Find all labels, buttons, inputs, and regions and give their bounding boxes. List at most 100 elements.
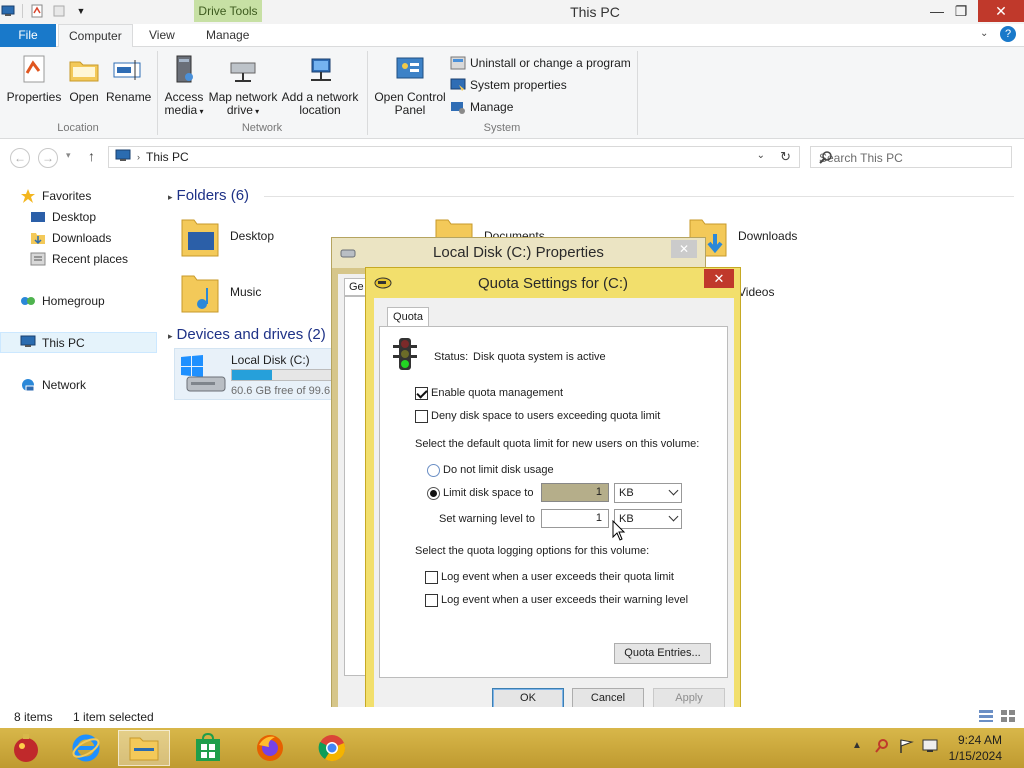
folder-open-icon (67, 53, 101, 87)
nav-homegroup[interactable]: Homegroup (20, 293, 105, 309)
quota-entries-button[interactable]: Quota Entries... (614, 643, 711, 664)
open-button[interactable]: Open (64, 53, 104, 104)
tab-computer[interactable]: Computer (58, 24, 133, 47)
drive-local-disk-c[interactable]: Local Disk (C:) 60.6 GB free of 99.6 GB (174, 348, 335, 400)
location-group-label: Location (57, 122, 99, 134)
firefox-icon[interactable] (244, 730, 296, 766)
limit-unit-select[interactable]: KB (614, 483, 682, 503)
internet-explorer-icon[interactable] (60, 730, 112, 766)
folder-music[interactable]: Music (180, 268, 261, 316)
back-button[interactable]: ← (10, 148, 30, 168)
system-properties-button[interactable]: System properties (450, 77, 567, 93)
cancel-button[interactable]: Cancel (572, 688, 644, 709)
search-tray-icon[interactable] (874, 738, 890, 757)
nav-desktop[interactable]: Desktop (30, 209, 96, 225)
properties-close-button[interactable]: ✕ (671, 240, 697, 258)
folder-music-icon (180, 268, 220, 316)
manage-label: Manage (470, 100, 514, 114)
tab-quota[interactable]: Quota (387, 307, 429, 327)
log-warning-level-label[interactable]: Log event when a user exceeds their warn… (441, 594, 688, 606)
properties-title-bar[interactable]: Local Disk (C:) Properties ✕ (332, 238, 705, 268)
recent-locations-dropdown[interactable]: ▾ (66, 150, 71, 161)
address-dropdown-icon[interactable]: ⌄ (757, 150, 765, 161)
log-quota-limit-checkbox[interactable] (425, 571, 438, 584)
system-group-label: System (483, 122, 521, 134)
start-ornament-icon[interactable] (0, 730, 52, 766)
search-box[interactable]: Search This PC (810, 146, 1012, 168)
collapse-chevron-icon: ▸ (168, 192, 173, 202)
warning-value-field[interactable]: 1 (541, 509, 609, 528)
folder-downloads-label: Downloads (738, 229, 798, 243)
enable-quota-checkbox[interactable] (415, 387, 428, 400)
apply-button[interactable]: Apply (653, 688, 725, 709)
properties-icon (17, 53, 51, 87)
uninstall-program-button[interactable]: Uninstall or change a program (450, 55, 631, 71)
nav-recent-places[interactable]: Recent places (30, 251, 128, 267)
chevron-down-icon (668, 485, 679, 496)
log-quota-limit-label[interactable]: Log event when a user exceeds their quot… (441, 571, 674, 583)
limit-disk-space-radio[interactable] (427, 487, 440, 500)
nav-downloads[interactable]: Downloads (30, 230, 111, 246)
devices-section-label: Devices and drives (2) (176, 326, 326, 343)
no-limit-radio[interactable] (427, 464, 440, 477)
recent-places-icon (30, 251, 46, 267)
file-explorer-icon[interactable] (118, 730, 170, 766)
nav-downloads-label: Downloads (52, 231, 112, 245)
open-control-panel-button[interactable]: Open Control Panel (372, 53, 448, 117)
nav-this-pc[interactable]: This PC (20, 335, 85, 351)
address-bar[interactable]: › This PC ⌄ ↻ (108, 146, 800, 168)
section-divider (264, 196, 1014, 197)
traffic-light-icon (392, 337, 418, 374)
limit-value-field[interactable]: 1 (541, 483, 609, 502)
nav-favorites[interactable]: Favorites (20, 188, 91, 204)
rename-icon (111, 53, 145, 87)
status-label: Status: (434, 351, 469, 363)
quota-title: Quota Settings for (C:) (477, 275, 629, 292)
manage-button[interactable]: Manage (450, 99, 513, 115)
quota-close-button[interactable]: ✕ (704, 269, 734, 288)
tab-file[interactable]: File (0, 24, 56, 47)
homegroup-icon (20, 293, 36, 309)
deny-disk-space-label[interactable]: Deny disk space to users exceeding quota… (431, 410, 660, 422)
breadcrumb-this-pc[interactable]: This PC (146, 150, 189, 164)
search-icon[interactable] (819, 150, 1005, 167)
refresh-icon[interactable]: ↻ (780, 149, 791, 165)
network-tray-icon[interactable] (922, 738, 938, 757)
deny-disk-space-checkbox[interactable] (415, 410, 428, 423)
clock[interactable]: 9:24 AM 1/15/2024 (949, 732, 1002, 764)
help-icon[interactable]: ? (1000, 26, 1016, 42)
rename-button[interactable]: Rename (106, 53, 151, 104)
maximize-button[interactable]: ❐ (944, 0, 978, 22)
tab-view[interactable]: View (139, 24, 185, 47)
devices-section-header[interactable]: ▸ Devices and drives (2) (168, 326, 326, 343)
forward-button[interactable]: → (38, 148, 58, 168)
details-view-icon[interactable] (978, 709, 994, 726)
tab-manage[interactable]: Manage (196, 24, 259, 47)
show-hidden-icons-button[interactable]: ▲ (852, 740, 862, 751)
access-media-button[interactable]: Access media ▾ (162, 53, 206, 118)
nav-network[interactable]: Network (20, 377, 86, 393)
log-warning-level-checkbox[interactable] (425, 594, 438, 607)
add-network-location-button[interactable]: Add a network location (281, 53, 359, 117)
enable-quota-label[interactable]: Enable quota management (431, 387, 563, 399)
properties-label: Properties (6, 90, 62, 104)
folders-section-header[interactable]: ▸ Folders (6) (168, 187, 249, 204)
close-button[interactable]: ✕ (978, 0, 1024, 22)
limit-disk-space-label[interactable]: Limit disk space to (443, 487, 533, 499)
properties-button[interactable]: Properties (6, 53, 62, 104)
large-icons-view-icon[interactable] (1000, 709, 1016, 726)
up-button[interactable]: ↑ (88, 148, 95, 164)
chrome-icon[interactable] (306, 730, 358, 766)
open-control-panel-label: Open Control Panel (374, 90, 446, 117)
drive-usage-fill (232, 370, 272, 380)
expand-ribbon-icon[interactable]: ⌄ (980, 28, 988, 39)
no-limit-label[interactable]: Do not limit disk usage (443, 464, 554, 476)
network-location-icon (303, 53, 337, 87)
quota-title-bar[interactable]: Quota Settings for (C:) ✕ (366, 268, 740, 298)
breadcrumb-chevron-icon[interactable]: › (137, 152, 140, 162)
folder-desktop[interactable]: Desktop (180, 212, 274, 260)
ok-button[interactable]: OK (492, 688, 564, 709)
store-icon[interactable] (182, 730, 234, 766)
flag-icon[interactable] (898, 738, 914, 757)
map-network-drive-button[interactable]: Map network drive ▾ (208, 53, 278, 118)
